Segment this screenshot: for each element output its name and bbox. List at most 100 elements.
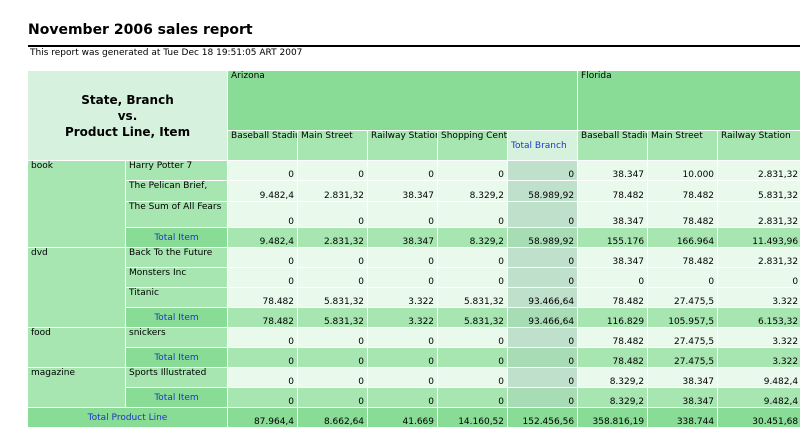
value-cell: 0 [297, 367, 369, 388]
branch-header-fl-main: Main Street [647, 130, 719, 161]
item-label: The Sum of All Fears [124, 201, 229, 228]
value-cell: 78.482 [577, 347, 649, 368]
value-cell: 0 [297, 347, 369, 368]
value-cell: 166.964 [647, 227, 719, 248]
value-cell: 3.322 [717, 287, 800, 308]
report-generated-note: This report was generated at Tue Dec 18 … [30, 48, 303, 58]
table-row: The Sum of All Fears 0 0 0 0 0 38.347 78.482 2.… [28, 201, 800, 228]
total-item-row: Total Item 78.482 5.831,32 3.322 5.831,32 93… [28, 307, 800, 328]
value-cell: 30.451,68 [717, 407, 800, 428]
value-cell: 11.493,96 [717, 227, 800, 248]
value-cell: 5.831,32 [437, 287, 509, 308]
value-cell: 0 [437, 247, 509, 268]
value-cell: 338.744 [647, 407, 719, 428]
value-cell: 8.329,2 [577, 367, 649, 388]
branch-header-fl-railway: Railway Station [717, 130, 800, 161]
value-cell: 10.000 [647, 160, 719, 181]
total-item-label: Total Item [124, 387, 229, 408]
value-cell: 8.329,2 [577, 387, 649, 408]
total-branch-cell: 0 [507, 247, 579, 268]
value-cell: 78.482 [227, 287, 299, 308]
value-cell: 38.347 [367, 227, 439, 248]
product-line-book: book [27, 160, 126, 248]
value-cell: 8.662,64 [297, 407, 369, 428]
value-cell: 9.482,4 [227, 180, 299, 202]
value-cell: 38.347 [577, 160, 649, 181]
value-cell: 116.829 [577, 307, 649, 328]
table-row: book Harry Potter 7 0 0 0 0 0 38.347 10.000 2.8… [27, 160, 800, 248]
value-cell: 78.482 [647, 180, 719, 202]
value-cell: 0 [227, 160, 299, 181]
total-item-label: Total Item [124, 227, 229, 248]
value-cell: 358.816,19 [577, 407, 649, 428]
value-cell: 3.322 [717, 347, 800, 368]
value-cell: 38.347 [647, 387, 719, 408]
value-cell: 3.322 [367, 307, 439, 328]
value-cell: 5.831,32 [297, 307, 369, 328]
item-label: The Pelican Brief, [124, 180, 229, 202]
value-cell: 2.831,32 [297, 227, 369, 248]
value-cell: 0 [297, 327, 369, 348]
total-item-row: Total Item 0 0 0 0 0 8.329,2 38.347 9.482,4 [28, 387, 800, 408]
value-cell: 0 [297, 387, 369, 408]
title-divider [28, 45, 800, 47]
value-cell: 0 [297, 160, 369, 181]
item-label: Back To the Future [124, 247, 229, 268]
value-cell: 78.482 [577, 327, 649, 348]
value-cell: 0 [437, 387, 509, 408]
value-cell: 0 [437, 201, 509, 228]
value-cell: 0 [367, 367, 439, 388]
value-cell: 5.831,32 [297, 287, 369, 308]
value-cell: 0 [227, 201, 299, 228]
total-item-row: Total Item 9.482,4 2.831,32 38.347 8.329,2 5… [28, 227, 800, 248]
value-cell: 0 [227, 247, 299, 268]
total-product-line-label: Total Product Line [26, 407, 229, 428]
value-cell: 3.322 [717, 327, 800, 348]
value-cell: 2.831,32 [717, 247, 800, 268]
total-branch-cell: 58.989,92 [507, 180, 579, 202]
value-cell: 0 [717, 267, 800, 288]
value-cell: 38.347 [647, 367, 719, 388]
total-branch-cell: 0 [507, 160, 579, 181]
value-cell: 8.329,2 [437, 180, 509, 202]
sales-crosstab-table: State, Branch vs. Product Line, Item Ari… [26, 70, 800, 428]
total-branch-cell: 58.989,92 [507, 227, 579, 248]
total-branch-cell: 0 [507, 347, 579, 368]
value-cell: 41.669 [367, 407, 439, 428]
value-cell: 0 [437, 160, 509, 181]
value-cell: 8.329,2 [437, 227, 509, 248]
total-branch-cell: 93.466,64 [507, 307, 579, 328]
value-cell: 0 [227, 347, 299, 368]
value-cell: 105.957,5 [647, 307, 719, 328]
value-cell: 38.347 [577, 201, 649, 228]
value-cell: 155.176 [577, 227, 649, 248]
value-cell: 0 [227, 367, 299, 388]
value-cell: 0 [577, 267, 649, 288]
value-cell: 38.347 [577, 247, 649, 268]
item-label: Harry Potter 7 [124, 160, 229, 181]
value-cell: 78.482 [647, 247, 719, 268]
value-cell: 0 [367, 327, 439, 348]
state-header-row: State, Branch vs. Product Line, Item Ari… [26, 70, 800, 161]
value-cell: 0 [297, 247, 369, 268]
total-branch-cell: 0 [507, 267, 579, 288]
value-cell: 0 [367, 347, 439, 368]
value-cell: 6.153,32 [717, 307, 800, 328]
item-label: Monsters Inc [124, 267, 229, 288]
value-cell: 14.160,52 [437, 407, 509, 428]
total-branch-cell: 0 [507, 387, 579, 408]
total-item-label: Total Item [124, 307, 229, 328]
branch-header-az-baseball: Baseball Stadium [227, 130, 299, 161]
value-cell: 5.831,32 [437, 307, 509, 328]
value-cell: 0 [297, 267, 369, 288]
total-item-label: Total Item [124, 347, 229, 368]
value-cell: 78.482 [227, 307, 299, 328]
value-cell: 0 [227, 327, 299, 348]
corner-header: State, Branch vs. Product Line, Item [26, 70, 229, 161]
value-cell: 27.475,5 [647, 327, 719, 348]
total-item-row: Total Item 0 0 0 0 0 78.482 27.475,5 3.322 [28, 347, 800, 368]
value-cell: 0 [647, 267, 719, 288]
value-cell: 2.831,32 [717, 201, 800, 228]
value-cell: 0 [367, 247, 439, 268]
table-row: Titanic 78.482 5.831,32 3.322 5.831,32 93.46… [28, 287, 800, 308]
